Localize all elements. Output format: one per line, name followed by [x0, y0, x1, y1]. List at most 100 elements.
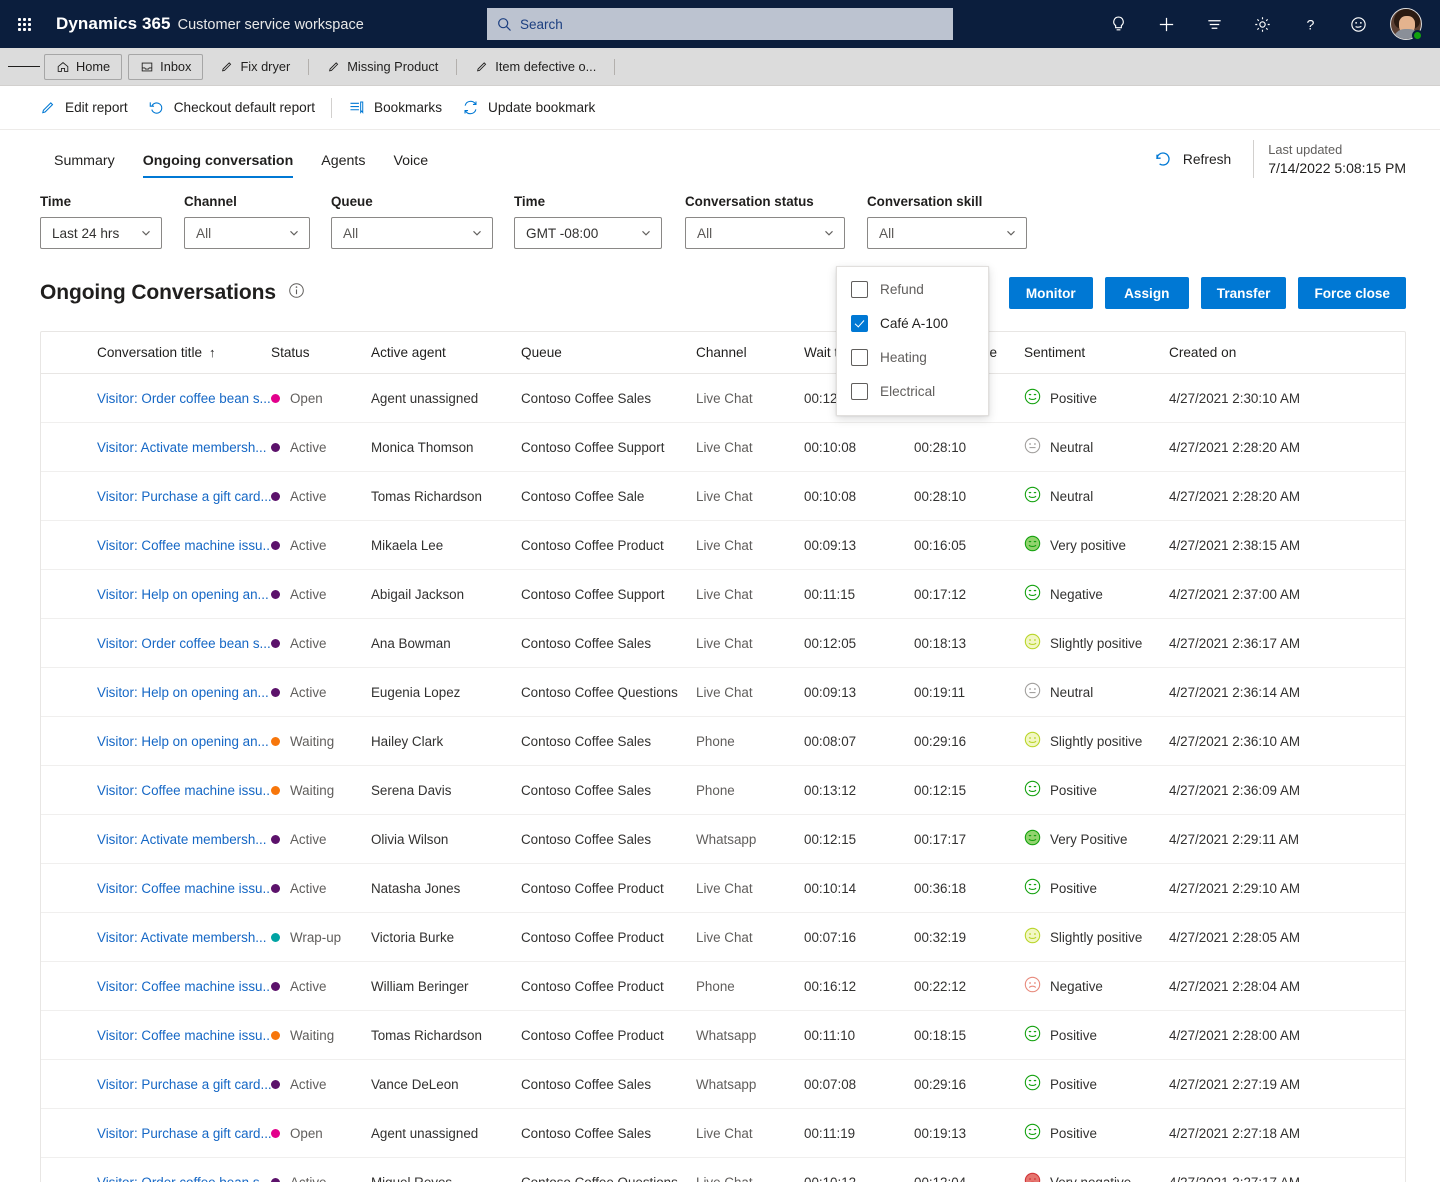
- session-tab-label: Fix dryer: [240, 59, 291, 74]
- refresh-button[interactable]: Refresh: [1145, 143, 1239, 175]
- session-tab-item-defective[interactable]: Item defective o...: [464, 54, 607, 80]
- transfer-button[interactable]: Transfer: [1200, 277, 1287, 309]
- table-row[interactable]: Visitor: Help on opening an... Active Abig…: [41, 569, 1405, 619]
- bookmarks-icon: [350, 101, 364, 114]
- filter-icon[interactable]: [1190, 0, 1238, 48]
- table-row[interactable]: Visitor: Activate membersh... Active Olivi…: [41, 814, 1405, 864]
- session-tab-fix-dryer[interactable]: Fix dryer: [209, 54, 301, 80]
- tab-summary[interactable]: Summary: [40, 153, 129, 178]
- conversation-skill-value: All: [879, 225, 895, 241]
- lightbulb-icon[interactable]: [1094, 0, 1142, 48]
- help-icon[interactable]: ?: [1286, 0, 1334, 48]
- status-label: Active: [290, 635, 327, 651]
- time-range-select[interactable]: Last 24 hrs: [40, 217, 162, 249]
- edit-report-button[interactable]: Edit report: [30, 92, 138, 124]
- cell-status: Open: [271, 1108, 371, 1158]
- conversation-title-link[interactable]: Visitor: Coffee machine issu...: [97, 538, 271, 553]
- tab-voice[interactable]: Voice: [379, 153, 442, 178]
- info-icon[interactable]: [288, 282, 305, 304]
- conversation-title-link[interactable]: Visitor: Help on opening an...: [97, 685, 269, 700]
- column-header-sentiment[interactable]: Sentiment: [1024, 332, 1169, 374]
- timezone-select[interactable]: GMT -08:00: [514, 217, 662, 249]
- table-row[interactable]: Visitor: Coffee machine issu... Active Mik…: [41, 520, 1405, 570]
- conversation-title-link[interactable]: Visitor: Activate membersh...: [97, 440, 266, 455]
- conversation-title-link[interactable]: Visitor: Purchase a gift card...: [97, 489, 271, 504]
- conversation-title-link[interactable]: Visitor: Purchase a gift card...: [97, 1126, 271, 1141]
- assign-button[interactable]: Assign: [1104, 277, 1189, 309]
- column-header-channel[interactable]: Channel: [696, 332, 804, 374]
- tab-agents[interactable]: Agents: [307, 153, 379, 178]
- column-header-status[interactable]: Status: [271, 332, 371, 374]
- hamburger-menu-icon[interactable]: [8, 48, 41, 86]
- cell-wait-time: 00:07:08: [804, 1059, 914, 1109]
- conversation-title-link[interactable]: Visitor: Order coffee bean s...: [97, 1175, 271, 1182]
- conversation-title-link[interactable]: Visitor: Coffee machine issu...: [97, 979, 271, 994]
- avatar[interactable]: [1382, 0, 1430, 48]
- table-row[interactable]: Visitor: Purchase a gift card... Active Va…: [41, 1059, 1405, 1109]
- cell-wait-time: 00:09:13: [804, 520, 914, 570]
- conversation-title-link[interactable]: Visitor: Help on opening an...: [97, 734, 269, 749]
- table-row[interactable]: Visitor: Help on opening an... Active Euge…: [41, 667, 1405, 717]
- session-tab-inbox[interactable]: Inbox: [128, 53, 204, 80]
- waffle-menu-icon[interactable]: [0, 0, 48, 48]
- gear-icon[interactable]: [1238, 0, 1286, 48]
- channel-select[interactable]: All: [184, 217, 310, 249]
- checkbox-icon[interactable]: [851, 280, 868, 298]
- cell-created-on: 4/27/2021 2:28:05 AM: [1169, 912, 1405, 962]
- session-tab-label: Home: [76, 59, 111, 74]
- search-placeholder: Search: [520, 16, 563, 32]
- skill-option-refund[interactable]: Refund: [837, 272, 988, 306]
- sentiment-face-icon: [1024, 486, 1041, 506]
- table-row[interactable]: Visitor: Order coffee bean s... Open Agent…: [41, 373, 1405, 423]
- monitor-button[interactable]: Monitor: [1008, 277, 1093, 309]
- queue-select[interactable]: All: [331, 217, 493, 249]
- table-row[interactable]: Visitor: Purchase a gift card... Active To…: [41, 471, 1405, 521]
- checkbox-icon[interactable]: [851, 348, 868, 366]
- bookmarks-button[interactable]: Bookmarks: [338, 92, 452, 124]
- tab-ongoing-conversation[interactable]: Ongoing conversation: [129, 153, 308, 178]
- filter-label: Queue: [331, 194, 373, 209]
- table-row[interactable]: Visitor: Coffee machine issu... Active Nat…: [41, 863, 1405, 913]
- column-header-conversation-title[interactable]: Conversation title ↑: [41, 332, 271, 374]
- status-dot: [271, 981, 280, 991]
- session-tab-missing-product[interactable]: Missing Product: [316, 54, 449, 80]
- conversation-title-link[interactable]: Visitor: Order coffee bean s...: [97, 636, 271, 651]
- table-row[interactable]: Visitor: Order coffee bean s... Active Ana…: [41, 618, 1405, 668]
- conversation-skill-select[interactable]: All: [867, 217, 1027, 249]
- conversation-title-link[interactable]: Visitor: Purchase a gift card...: [97, 1077, 271, 1092]
- sentiment-face-icon: [1024, 976, 1041, 996]
- conversation-title-link[interactable]: Visitor: Coffee machine issu...: [97, 881, 271, 896]
- plus-icon[interactable]: [1142, 0, 1190, 48]
- conversation-status-select[interactable]: All: [685, 217, 845, 249]
- table-row[interactable]: Visitor: Activate membersh... Active Monic…: [41, 422, 1405, 472]
- table-row[interactable]: Visitor: Coffee machine issu... Active Wil…: [41, 961, 1405, 1011]
- checkbox-checked-icon[interactable]: [851, 314, 868, 332]
- skill-option-electrical[interactable]: Electrical: [837, 374, 988, 408]
- conversation-title-link[interactable]: Visitor: Help on opening an...: [97, 587, 269, 602]
- table-row[interactable]: Visitor: Purchase a gift card... Open Agen…: [41, 1108, 1405, 1158]
- table-row[interactable]: Visitor: Coffee machine issu... Waiting To…: [41, 1010, 1405, 1060]
- skill-option-cafe-a-100[interactable]: Café A-100: [837, 306, 988, 340]
- table-row[interactable]: Visitor: Activate membersh... Wrap-up Vict…: [41, 912, 1405, 962]
- feedback-smiley-icon[interactable]: [1334, 0, 1382, 48]
- table-row[interactable]: Visitor: Coffee machine issu... Waiting Se…: [41, 765, 1405, 815]
- table-row[interactable]: Visitor: Help on opening an... Waiting Hai…: [41, 716, 1405, 766]
- column-header-created-on[interactable]: Created on: [1169, 332, 1405, 374]
- column-header-active-agent[interactable]: Active agent: [371, 332, 521, 374]
- conversation-title-link[interactable]: Visitor: Coffee machine issu...: [97, 1028, 271, 1043]
- checkbox-icon[interactable]: [851, 382, 868, 400]
- update-bookmark-button[interactable]: Update bookmark: [452, 92, 605, 124]
- conversation-title-link[interactable]: Visitor: Order coffee bean s...: [97, 391, 271, 406]
- checkout-default-report-button[interactable]: Checkout default report: [138, 92, 325, 124]
- refresh-area: Refresh Last updated 7/14/2022 5:08:15 P…: [1145, 140, 1406, 178]
- skill-option-heating[interactable]: Heating: [837, 340, 988, 374]
- search-input[interactable]: Search: [487, 8, 953, 40]
- conversation-title-link[interactable]: Visitor: Activate membersh...: [97, 930, 266, 945]
- conversation-title-link[interactable]: Visitor: Activate membersh...: [97, 832, 266, 847]
- table-row[interactable]: Visitor: Order coffee bean s... Active Mig…: [41, 1157, 1405, 1182]
- force-close-button[interactable]: Force close: [1298, 277, 1406, 309]
- conversation-title-link[interactable]: Visitor: Coffee machine issu...: [97, 783, 271, 798]
- session-tab-home[interactable]: Home: [44, 53, 123, 80]
- cell-sentiment: Positive: [1024, 1059, 1169, 1109]
- column-header-queue[interactable]: Queue: [521, 332, 696, 374]
